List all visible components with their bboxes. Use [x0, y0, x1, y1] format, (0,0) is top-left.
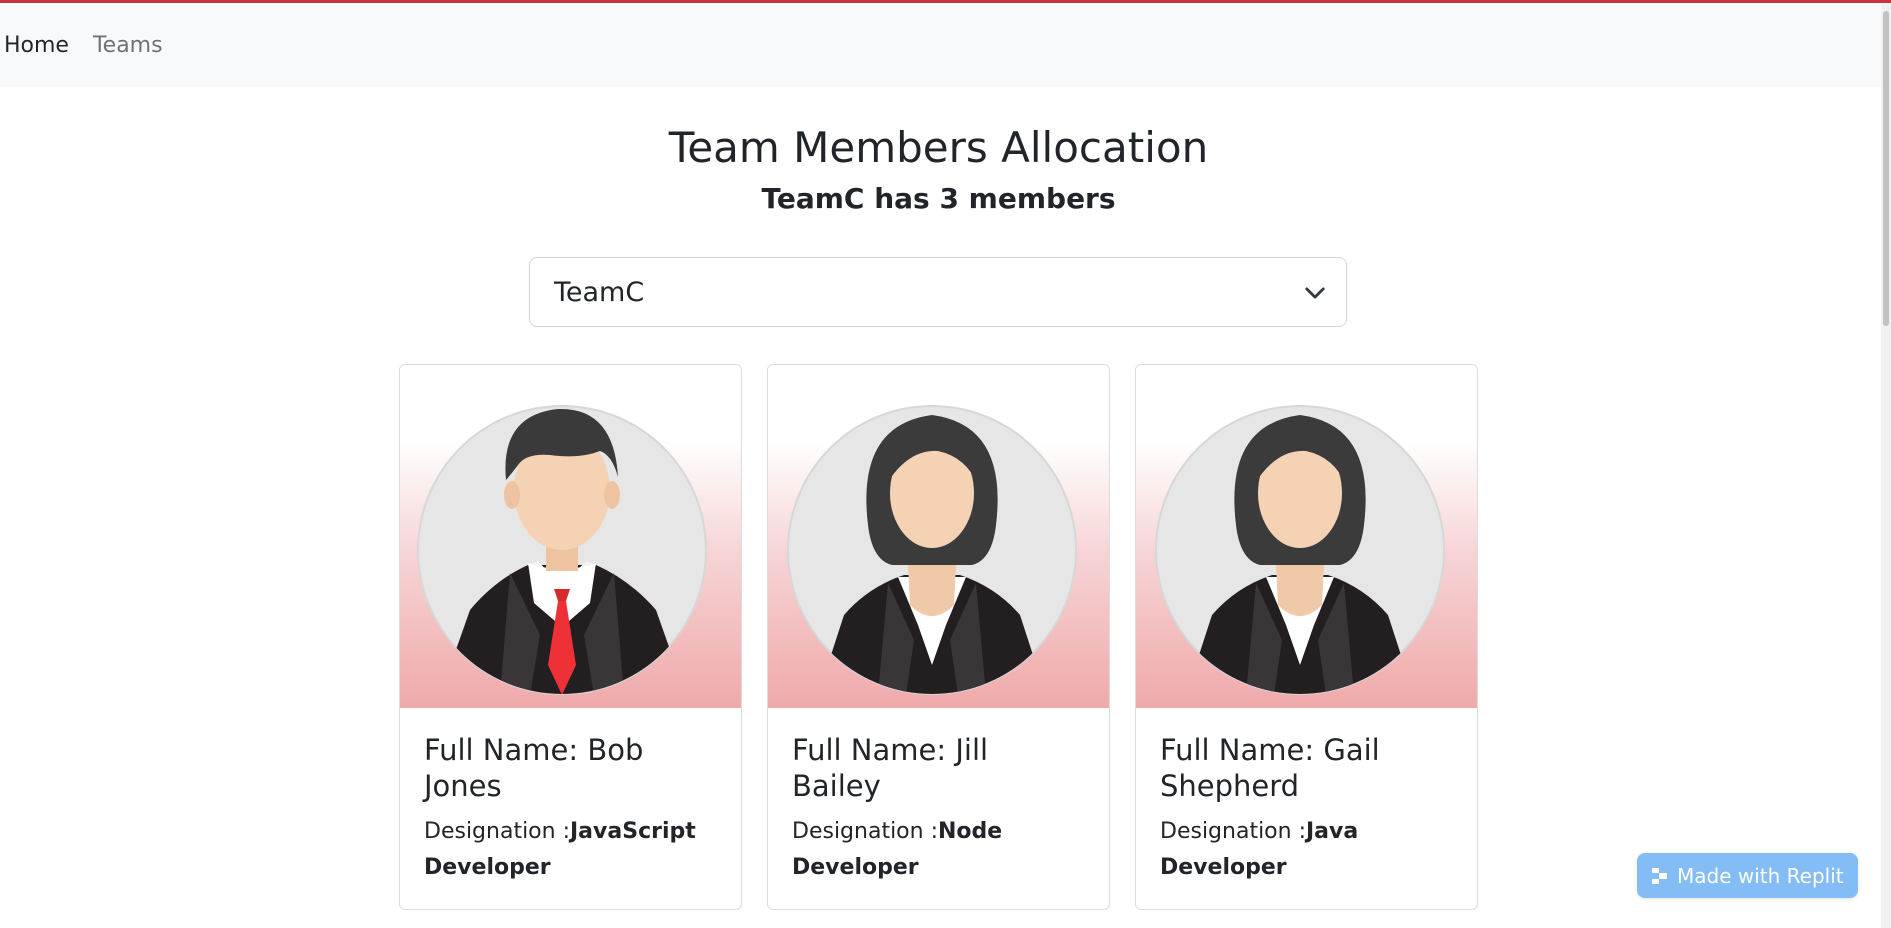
- member-full-name: Full Name: Jill Bailey: [792, 733, 989, 803]
- badge-label: Made with Replit: [1677, 863, 1844, 888]
- member-card[interactable]: Full Name: Gail Shepherd Designation :Ja…: [1135, 364, 1478, 910]
- member-designation: Designation :Java Developer: [1160, 814, 1453, 886]
- member-full-name: Full Name: Gail Shepherd: [1160, 733, 1380, 803]
- member-image: [400, 365, 741, 708]
- member-image: [768, 365, 1109, 708]
- female-avatar-icon: [1155, 405, 1445, 695]
- member-cards: Full Name: Bob Jones Designation :JavaSc…: [399, 364, 1478, 910]
- male-avatar-icon: [417, 405, 707, 695]
- team-member-count: TeamC has 3 members: [761, 182, 1116, 215]
- team-select[interactable]: TeamC: [529, 257, 1347, 327]
- scrollbar-thumb[interactable]: [1883, 11, 1889, 326]
- designation-label: Designation :: [1160, 819, 1306, 844]
- designation-label: Designation :: [792, 819, 938, 844]
- team-select-value: TeamC: [554, 276, 645, 308]
- member-card[interactable]: Full Name: Bob Jones Designation :JavaSc…: [399, 364, 742, 910]
- female-avatar-icon: [787, 405, 1077, 695]
- page-scrollbar[interactable]: [1881, 3, 1891, 928]
- nav-home-link[interactable]: Home: [4, 33, 69, 58]
- page-header: Team Members Allocation TeamC has 3 memb…: [0, 87, 1877, 215]
- member-designation: Designation :Node Developer: [792, 814, 1085, 886]
- chevron-down-icon: [1305, 287, 1325, 299]
- member-full-name: Full Name: Bob Jones: [424, 733, 644, 803]
- made-with-replit-badge[interactable]: Made with Replit: [1637, 853, 1858, 898]
- member-image: [1136, 365, 1477, 708]
- member-designation: Designation :JavaScript Developer: [424, 814, 717, 886]
- designation-label: Designation :: [424, 819, 570, 844]
- replit-icon: [1652, 867, 1667, 884]
- member-card[interactable]: Full Name: Jill Bailey Designation :Node…: [767, 364, 1110, 910]
- navbar: Home Teams: [0, 3, 1891, 87]
- page-title: Team Members Allocation: [668, 123, 1209, 172]
- nav-teams-link[interactable]: Teams: [93, 33, 163, 58]
